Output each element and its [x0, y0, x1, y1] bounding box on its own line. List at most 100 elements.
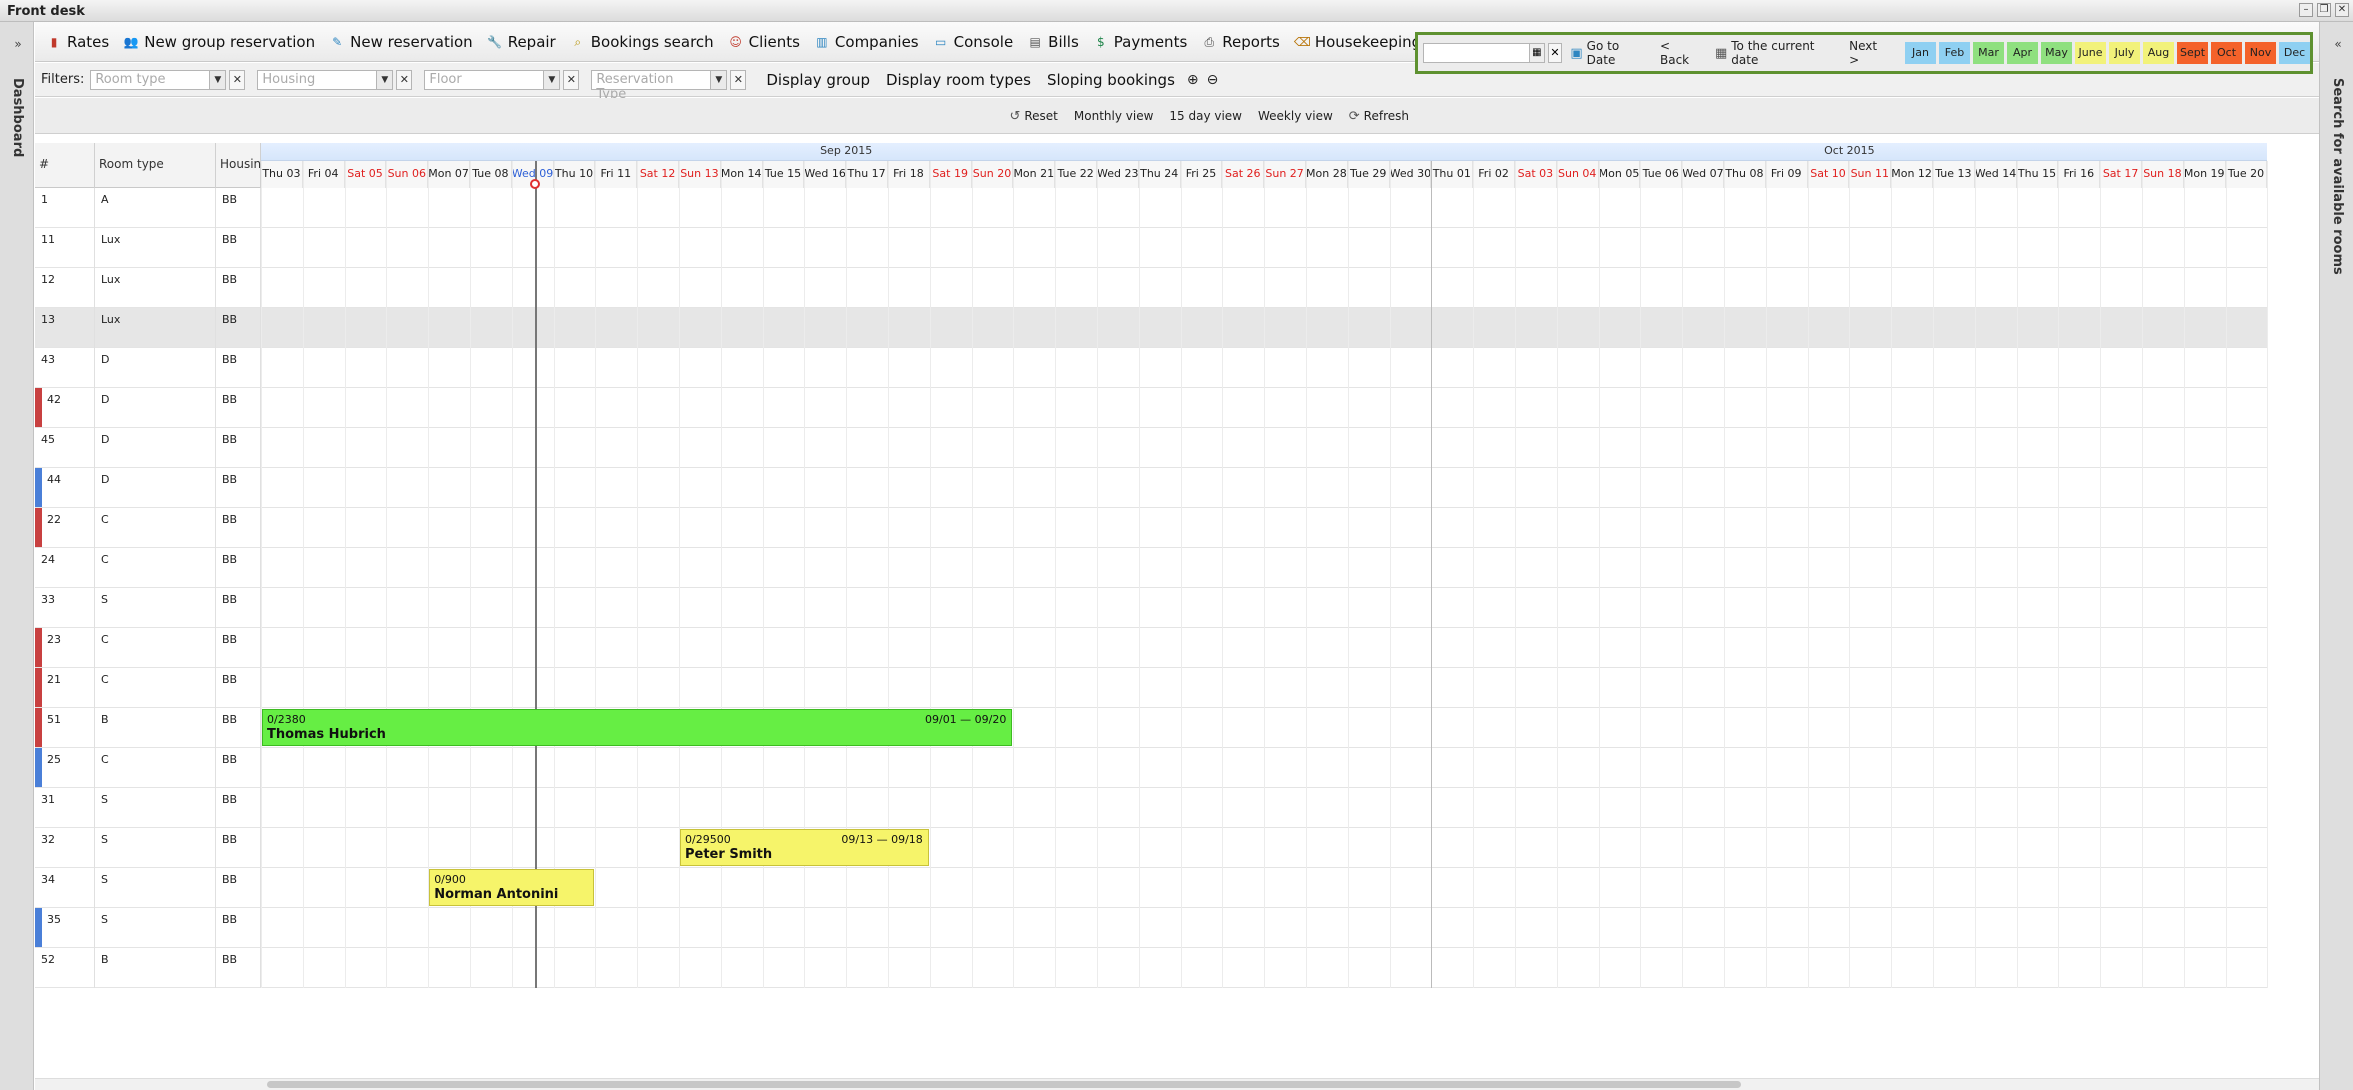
- monthly-view-button[interactable]: Monthly view: [1066, 109, 1162, 123]
- display-group-button[interactable]: Display group: [758, 71, 878, 89]
- menu-new-group-reservation[interactable]: 👥 New group reservation: [116, 27, 322, 57]
- clear-icon[interactable]: ✕: [563, 69, 580, 90]
- booking-bar[interactable]: 0/900 Norman Antonini: [429, 869, 595, 906]
- expand-left-icon[interactable]: »: [9, 36, 27, 52]
- day-header[interactable]: Sun 04: [1556, 161, 1599, 188]
- chevron-down-icon[interactable]: ▼: [210, 69, 227, 90]
- menu-rates[interactable]: ▮ Rates: [39, 27, 116, 57]
- month-button-dec[interactable]: Dec: [2279, 42, 2310, 64]
- dashboard-label[interactable]: Dashboard: [10, 78, 25, 157]
- day-header[interactable]: Sun 20: [971, 161, 1014, 188]
- menu-payments[interactable]: $ Payments: [1086, 27, 1194, 57]
- day-header[interactable]: Wed 30: [1389, 161, 1432, 188]
- refresh-button[interactable]: ⟳ Refresh: [1341, 109, 1417, 124]
- day-header[interactable]: Mon 28: [1306, 161, 1348, 188]
- menu-companies[interactable]: ▥ Companies: [807, 27, 926, 57]
- day-header[interactable]: Fri 16: [2058, 161, 2101, 188]
- month-button-june[interactable]: June: [2075, 42, 2106, 64]
- chevron-down-icon[interactable]: ▼: [544, 69, 561, 90]
- chevron-down-icon[interactable]: ▼: [377, 69, 394, 90]
- day-header[interactable]: Fri 18: [888, 161, 930, 188]
- floor-input[interactable]: Floor: [424, 69, 545, 90]
- dashboard-panel[interactable]: » Dashboard: [0, 22, 34, 1090]
- month-button-feb[interactable]: Feb: [1939, 42, 1970, 64]
- day-header[interactable]: Thu 08: [1724, 161, 1766, 188]
- day-header[interactable]: Sun 18: [2142, 161, 2184, 188]
- day-header[interactable]: Mon 14: [720, 161, 763, 188]
- day-header[interactable]: Fri 09: [1765, 161, 1808, 188]
- back-button[interactable]: < Back: [1652, 39, 1707, 67]
- menu-bills[interactable]: ▤ Bills: [1020, 27, 1086, 57]
- month-button-mar[interactable]: Mar: [1973, 42, 2004, 64]
- day-header[interactable]: Fri 25: [1180, 161, 1223, 188]
- month-button-sept[interactable]: Sept: [2177, 42, 2208, 64]
- reset-button[interactable]: ↺ Reset: [1001, 109, 1065, 124]
- clear-icon[interactable]: ✕: [730, 69, 747, 90]
- clear-icon[interactable]: ✕: [396, 69, 413, 90]
- date-clear-icon[interactable]: ✕: [1547, 43, 1563, 63]
- day-header[interactable]: Mon 07: [428, 161, 470, 188]
- day-header[interactable]: Wed 23: [1097, 161, 1139, 188]
- day-header[interactable]: Thu 10: [553, 161, 596, 188]
- next-button[interactable]: Next >: [1841, 39, 1895, 67]
- day-header[interactable]: Wed 07: [1682, 161, 1724, 188]
- restore-icon[interactable]: ❐: [2317, 3, 2331, 17]
- chevron-down-icon[interactable]: ▼: [711, 69, 728, 90]
- month-button-apr[interactable]: Apr: [2007, 42, 2038, 64]
- day-header[interactable]: Thu 17: [846, 161, 888, 188]
- day-header[interactable]: Tue 06: [1640, 161, 1683, 188]
- day-header[interactable]: Mon 05: [1598, 161, 1641, 188]
- day-header[interactable]: Sat 03: [1515, 161, 1557, 188]
- day-header[interactable]: Tue 22: [1055, 161, 1097, 188]
- day-header[interactable]: Sat 10: [1807, 161, 1850, 188]
- current-date-button[interactable]: ▦ To the current date: [1707, 39, 1841, 67]
- fifteen-day-view-button[interactable]: 15 day view: [1161, 109, 1250, 123]
- day-header[interactable]: Thu 15: [2016, 161, 2059, 188]
- menu-clients[interactable]: ☺ Clients: [721, 27, 807, 57]
- day-header[interactable]: Tue 20: [2225, 161, 2268, 188]
- weekly-view-button[interactable]: Weekly view: [1250, 109, 1341, 123]
- calendar-picker-icon[interactable]: ▦: [1530, 43, 1545, 63]
- day-header[interactable]: Sun 06: [386, 161, 429, 188]
- zoom-in-icon[interactable]: ⊕: [1183, 72, 1203, 88]
- day-header[interactable]: Sat 17: [2100, 161, 2142, 188]
- day-header[interactable]: Sun 13: [679, 161, 721, 188]
- day-header[interactable]: Wed 14: [1974, 161, 2017, 188]
- month-button-may[interactable]: May: [2041, 42, 2072, 64]
- day-header[interactable]: Thu 24: [1138, 161, 1181, 188]
- month-button-jan[interactable]: Jan: [1905, 42, 1936, 64]
- day-header[interactable]: Wed 16: [804, 161, 847, 188]
- menu-new-reservation[interactable]: ✎ New reservation: [322, 27, 480, 57]
- housing-input[interactable]: Housing: [257, 69, 378, 90]
- day-header[interactable]: Fri 11: [595, 161, 638, 188]
- booking-bar[interactable]: 0/2380 Thomas Hubrich 09/01 — 09/20: [262, 709, 1013, 746]
- menu-bookings-search[interactable]: ⌕ Bookings search: [563, 27, 721, 57]
- day-header[interactable]: Fri 02: [1473, 161, 1515, 188]
- day-header[interactable]: Sat 26: [1222, 161, 1265, 188]
- go-to-date-button[interactable]: ▣ Go to Date: [1562, 39, 1652, 67]
- room-type-input[interactable]: Room type: [90, 69, 211, 90]
- day-header[interactable]: Mon 21: [1013, 161, 1056, 188]
- menu-reports[interactable]: ⎙ Reports: [1194, 27, 1287, 57]
- day-header[interactable]: Tue 13: [1933, 161, 1975, 188]
- clear-icon[interactable]: ✕: [229, 69, 246, 90]
- scrollbar-thumb[interactable]: [267, 1081, 1741, 1088]
- search-available-rooms-label[interactable]: Search for available rooms: [2330, 78, 2345, 275]
- date-input[interactable]: [1423, 43, 1531, 63]
- display-room-types-button[interactable]: Display room types: [878, 71, 1039, 89]
- expand-right-icon[interactable]: «: [2329, 36, 2347, 52]
- menu-housekeeping[interactable]: ⌫ Housekeeping: [1287, 27, 1428, 57]
- month-button-aug[interactable]: Aug: [2143, 42, 2174, 64]
- day-header[interactable]: Tue 29: [1347, 161, 1390, 188]
- month-button-nov[interactable]: Nov: [2245, 42, 2276, 64]
- search-available-rooms-panel[interactable]: « Search for available rooms: [2319, 22, 2353, 1090]
- booking-bar[interactable]: 0/29500 Peter Smith 09/13 — 09/18: [680, 829, 929, 866]
- month-button-july[interactable]: July: [2109, 42, 2140, 64]
- day-header[interactable]: Tue 15: [762, 161, 805, 188]
- menu-repair[interactable]: 🔧 Repair: [480, 27, 563, 57]
- day-header[interactable]: Sat 19: [929, 161, 972, 188]
- day-header[interactable]: Sat 05: [344, 161, 387, 188]
- horizontal-scrollbar[interactable]: [35, 1078, 2319, 1090]
- close-icon[interactable]: ✕: [2335, 3, 2349, 17]
- minimize-icon[interactable]: –: [2299, 3, 2313, 17]
